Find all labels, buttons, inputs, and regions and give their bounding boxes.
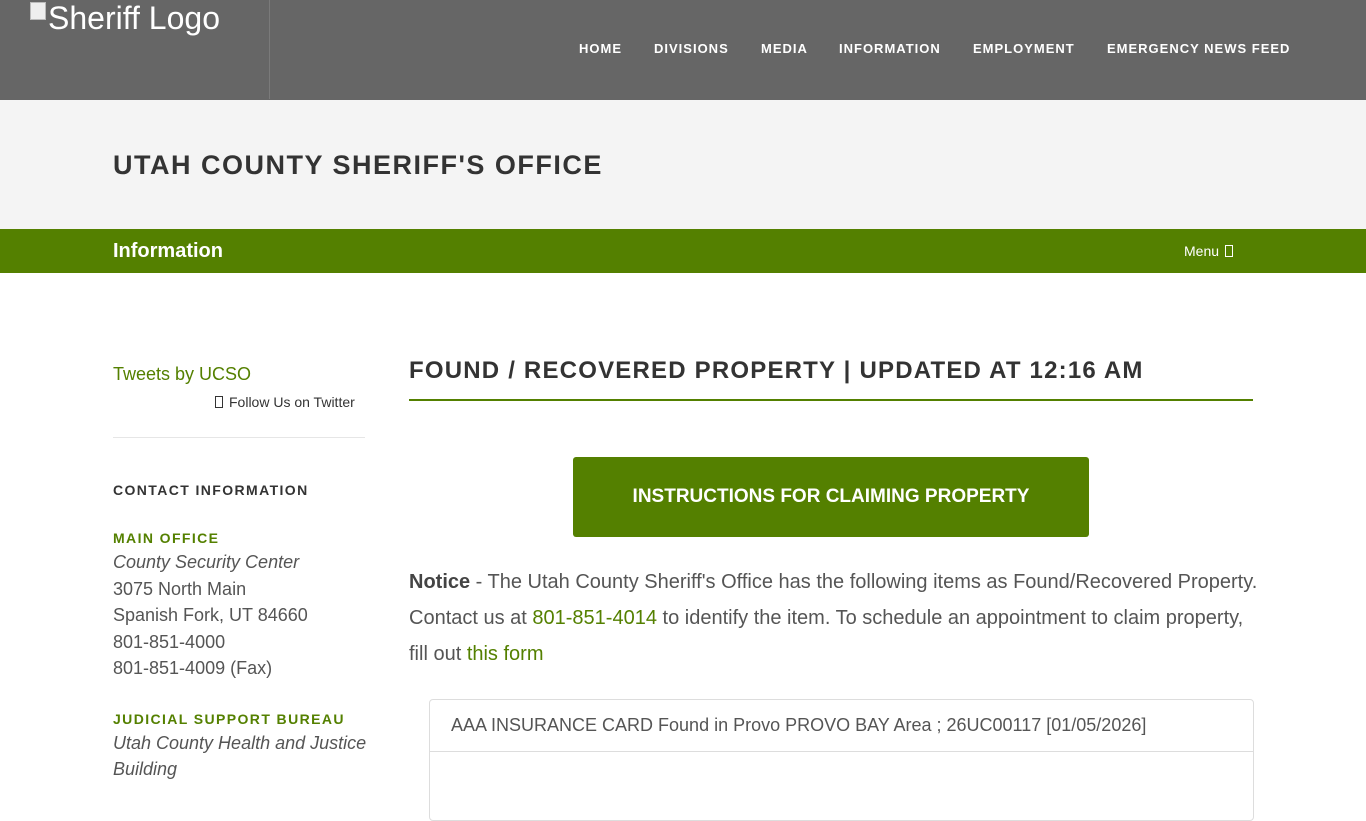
claim-instructions-button[interactable]: INSTRUCTIONS FOR CLAIMING PROPERTY (573, 457, 1089, 537)
twitter-icon (215, 396, 223, 408)
site-title: UTAH COUNTY SHERIFF'S OFFICE (113, 150, 603, 180)
logo-area[interactable]: Sheriff Logo (0, 0, 270, 99)
section-name: Information (113, 240, 223, 262)
main-office-city: Spanish Fork, UT 84660 (113, 605, 308, 625)
title-band: UTAH COUNTY SHERIFF'S OFFICE (0, 100, 1366, 229)
claim-form-link[interactable]: this form (467, 643, 544, 665)
top-nav-bar: Sheriff Logo HOME DIVISIONS MEDIA INFORM… (0, 0, 1366, 100)
nav-information[interactable]: INFORMATION (839, 41, 941, 57)
nav-home[interactable]: HOME (579, 41, 622, 57)
nav-emergency-news-feed[interactable]: EMERGENCY NEWS FEED (1107, 41, 1290, 57)
notice-paragraph: Notice - The Utah County Sheriff's Offic… (409, 564, 1259, 672)
logo-alt-text: Sheriff Logo (48, 0, 220, 36)
sidebar-divider (113, 437, 365, 438)
sheriff-logo[interactable]: Sheriff Logo (30, 0, 220, 36)
notice-label: Notice (409, 571, 471, 593)
contact-heading: CONTACT INFORMATION (113, 482, 309, 498)
judicial-support-heading: JUDICIAL SUPPORT BUREAU (113, 711, 345, 727)
page-heading: FOUND / RECOVERED PROPERTY | UPDATED AT … (409, 357, 1144, 384)
follow-twitter-label: Follow Us on Twitter (229, 394, 355, 410)
main-office-building: County Security Center (113, 552, 300, 572)
heading-underline (409, 399, 1253, 401)
nav-media[interactable]: MEDIA (761, 41, 808, 57)
judicial-support-building: Utah County Health and Justice (113, 733, 367, 753)
nav-divisions[interactable]: DIVISIONS (654, 41, 729, 57)
main-office-fax: 801-851-4009 (Fax) (113, 658, 273, 678)
follow-twitter-link[interactable]: Follow Us on Twitter (215, 394, 355, 410)
tweets-by-ucso-link[interactable]: Tweets by UCSO (113, 364, 251, 384)
section-bar: Information Menu (0, 229, 1366, 273)
menu-label: Menu (1184, 243, 1220, 259)
judicial-support-building-cont: Building (113, 759, 178, 779)
main-office-phone: 801-851-4000 (113, 632, 226, 652)
property-list-item[interactable]: AAA INSURANCE CARD Found in Provo PROVO … (430, 700, 1253, 752)
nav-employment[interactable]: EMPLOYMENT (973, 41, 1075, 57)
main-office-heading: MAIN OFFICE (113, 530, 220, 546)
main-office-street: 3075 North Main (113, 579, 247, 599)
menu-button[interactable]: Menu (1184, 243, 1234, 259)
menu-icon (1225, 245, 1234, 257)
property-list: AAA INSURANCE CARD Found in Provo PROVO … (429, 699, 1254, 821)
broken-image-icon (30, 2, 46, 20)
contact-phone-link[interactable]: 801-851-4014 (532, 607, 657, 629)
